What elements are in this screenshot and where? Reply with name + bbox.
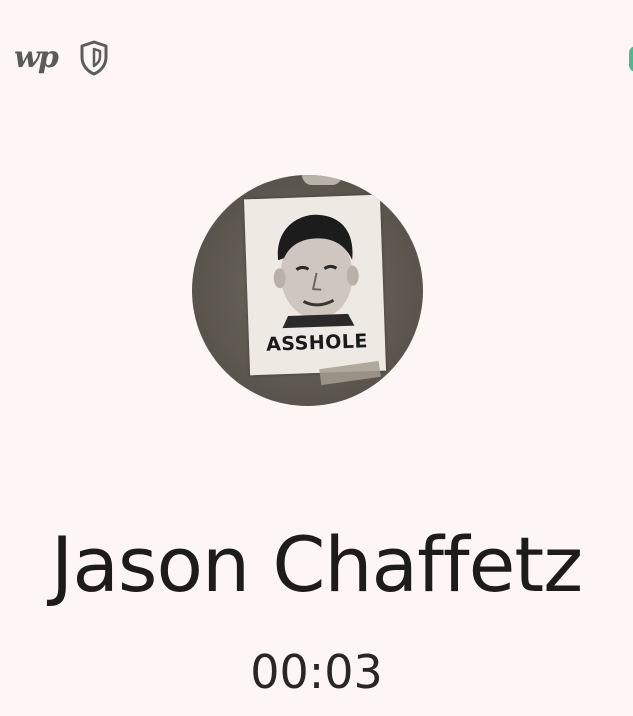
contact-name: Jason Chaffetz (50, 520, 583, 609)
avatar-tape (302, 175, 342, 185)
status-indicator-dot (629, 46, 633, 72)
washington-post-icon: wp (14, 40, 59, 75)
status-bar-left-icons: wp (14, 40, 109, 76)
call-timer: 00:03 (250, 645, 383, 699)
avatar-poster: ASSHOLE (243, 194, 387, 376)
shield-icon (79, 40, 109, 76)
contact-avatar: ASSHOLE (192, 175, 423, 406)
